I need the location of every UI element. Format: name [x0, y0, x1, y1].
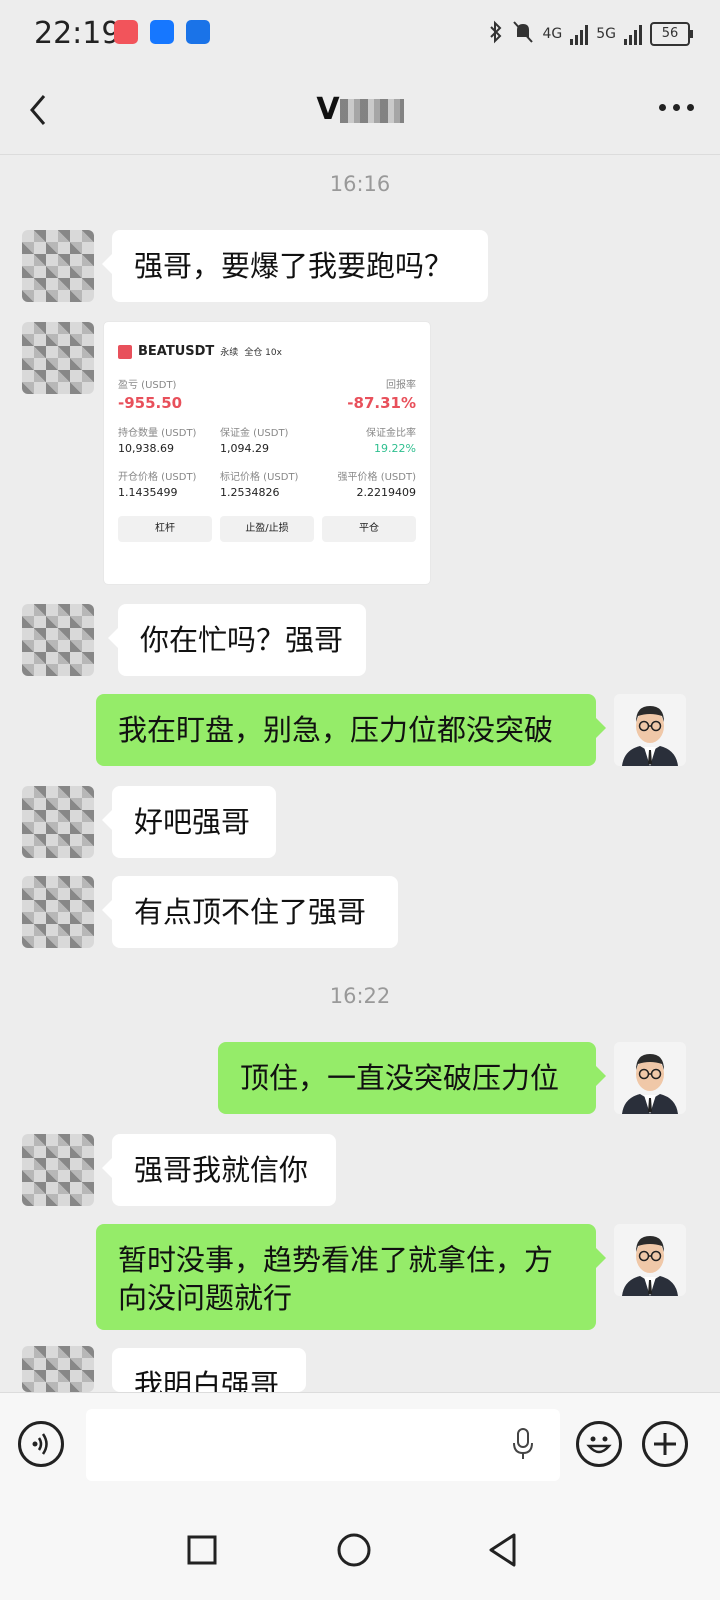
margin-label: 保证金 (USDT) — [220, 428, 289, 439]
message-bubble[interactable]: 暂时没事，趋势看准了就拿住，方向没问题就行 — [96, 1224, 606, 1330]
signal-icon — [570, 23, 589, 45]
emoji-icon — [586, 1436, 612, 1454]
timestamp: 16:22 — [329, 984, 391, 1008]
mark-price-value: 1.2534826 — [220, 486, 280, 499]
margin-ratio-label: 保证金比率 — [366, 428, 416, 439]
alipay-icon — [150, 20, 174, 44]
contact-avatar[interactable] — [22, 322, 94, 394]
contact-avatar[interactable] — [22, 1134, 94, 1206]
status-bar: 22:19 4G 5G 56 — [0, 0, 720, 70]
my-avatar[interactable] — [614, 694, 686, 766]
contact-avatar[interactable] — [22, 876, 94, 948]
signal-icon — [624, 23, 642, 45]
more-functions-button[interactable] — [642, 1421, 688, 1467]
pnl-label: 盈亏 (USDT) — [118, 380, 177, 391]
puzzle-app-icon — [186, 20, 210, 44]
back-nav-button[interactable] — [486, 1532, 520, 1568]
voice-toggle-button[interactable] — [18, 1421, 64, 1467]
mute-bell-icon — [512, 20, 534, 48]
dot-icon — [673, 104, 680, 111]
blurred-name-part — [339, 98, 404, 123]
system-nav-bar — [0, 1502, 720, 1600]
liq-price-value: 2.2219409 — [356, 486, 417, 499]
tpsl-button: 止盈/止损 — [220, 516, 314, 542]
leverage-tag: 全仓 10x — [244, 348, 282, 358]
recent-apps-button[interactable] — [186, 1534, 218, 1566]
close-position-button: 平仓 — [322, 516, 416, 542]
entry-price-label: 开仓价格 (USDT) — [118, 472, 197, 483]
position-screenshot-image[interactable]: BEATUSDT 永续 全仓 10x 盈亏 (USDT) -955.50 回报率… — [104, 322, 430, 584]
liq-price-label: 强平价格 (USDT) — [337, 472, 416, 483]
message-bubble[interactable]: 好吧强哥 — [102, 786, 276, 858]
roe-value: -87.31% — [347, 394, 416, 412]
message-bubble[interactable]: 你在忙吗？强哥 — [108, 604, 366, 676]
margin-ratio-value: 19.22% — [374, 442, 416, 455]
more-options-button[interactable] — [659, 104, 694, 111]
margin-value: 1,094.29 — [220, 442, 269, 455]
home-button[interactable] — [336, 1532, 372, 1568]
size-value: 10,938.69 — [118, 442, 174, 455]
message-bubble[interactable]: 强哥我就信你 — [102, 1134, 336, 1206]
my-avatar[interactable] — [614, 1042, 686, 1114]
symbol-row: BEATUSDT 永续 全仓 10x — [118, 344, 282, 359]
contact-avatar[interactable] — [22, 604, 94, 676]
my-avatar[interactable] — [614, 1224, 686, 1296]
size-label: 持仓数量 (USDT) — [118, 428, 197, 439]
mark-price-label: 标记价格 (USDT) — [220, 472, 299, 483]
network-label-1: 4G — [542, 26, 563, 42]
message-bubble[interactable]: 强哥，要爆了我要跑吗？ — [102, 230, 488, 302]
shopping-app-icon — [114, 20, 138, 44]
mic-icon — [513, 1428, 533, 1459]
leverage-button: 杠杆 — [118, 516, 212, 542]
man-avatar-icon — [614, 1042, 686, 1114]
pnl-value: -955.50 — [118, 394, 183, 412]
contact-avatar[interactable] — [22, 786, 94, 858]
bluetooth-icon — [488, 20, 504, 48]
chat-title: V — [0, 92, 720, 127]
chat-header: V — [0, 70, 720, 155]
message-bubble[interactable]: 我在盯盘，别急，压力位都没突破 — [96, 694, 606, 766]
message-bubble[interactable]: 有点顶不住了强哥 — [102, 876, 398, 948]
symbol-name: BEATUSDT — [138, 344, 215, 359]
dot-icon — [687, 104, 694, 111]
timestamp: 16:16 — [329, 172, 391, 196]
contact-name: V — [316, 92, 340, 127]
man-avatar-icon — [614, 694, 686, 766]
status-time: 22:19 — [34, 16, 121, 51]
battery-icon: 56 — [650, 22, 693, 46]
dot-icon — [659, 104, 666, 111]
roe-label: 回报率 — [386, 380, 416, 391]
message-input[interactable] — [86, 1409, 560, 1481]
man-avatar-icon — [614, 1224, 686, 1296]
mic-button[interactable] — [512, 1427, 534, 1461]
contact-avatar[interactable] — [22, 230, 94, 302]
message-bubble[interactable]: 顶住，一直没突破压力位 — [218, 1042, 606, 1114]
contact-avatar[interactable] — [22, 1346, 94, 1392]
exchange-logo-icon — [118, 344, 132, 359]
contract-type: 永续 — [220, 348, 239, 358]
plus-icon — [654, 1433, 676, 1455]
input-bar — [0, 1392, 720, 1503]
network-label-2: 5G — [596, 26, 616, 42]
emoji-button[interactable] — [576, 1421, 622, 1467]
message-bubble[interactable]: 我明白强哥 — [112, 1348, 306, 1392]
voice-icon — [32, 1433, 48, 1455]
entry-price-value: 1.1435499 — [118, 486, 178, 499]
